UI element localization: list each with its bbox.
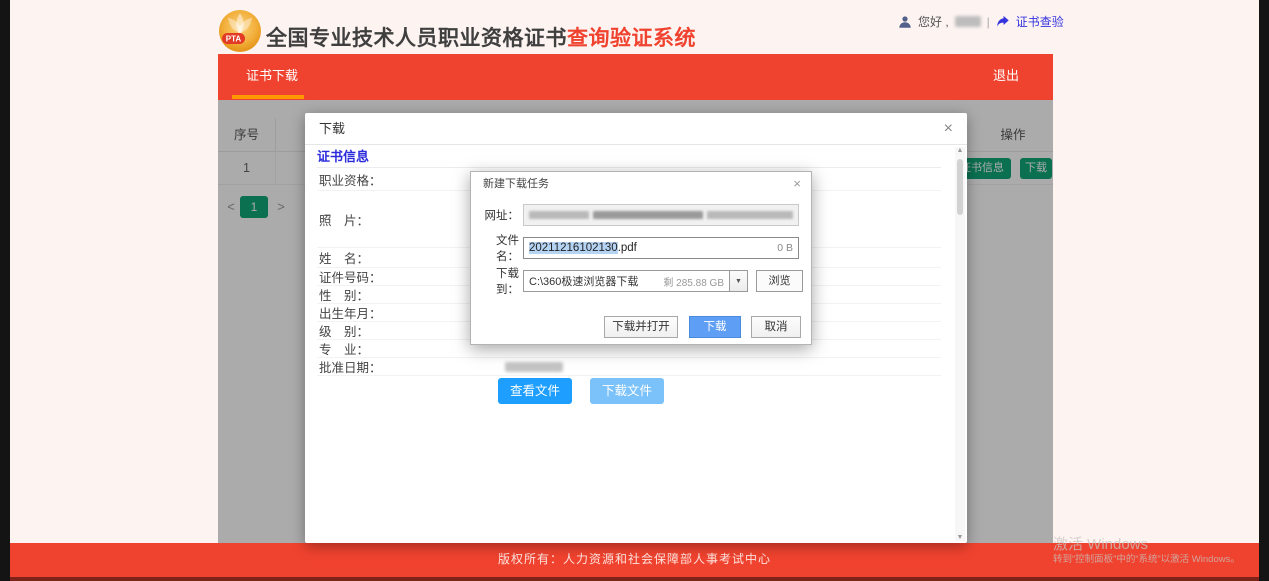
url-row: 网址： (479, 204, 799, 226)
approval-date-redacted (505, 362, 563, 372)
greeting-text: 您好 , (918, 13, 949, 30)
destination-dropdown-button[interactable]: ▼ (729, 270, 748, 292)
filename-selected-text: 20211216102130 (529, 242, 618, 254)
chevron-down-icon: ▼ (735, 278, 742, 285)
cancel-button[interactable]: 取消 (751, 316, 801, 338)
windows-activation-watermark-subtitle: 转到“控制面板”中的“系统”以激活 Windows。 (1053, 551, 1240, 565)
free-space-label: 剩 285.88 GB (663, 274, 724, 289)
modal-header: 下载 × (305, 113, 967, 145)
field-label: 照 片： (317, 210, 487, 229)
url-redacted-blob (707, 211, 793, 219)
filename-row: 文件名： 20211216102130 .pdf 0 B (479, 237, 799, 259)
cert-info-section-title: 证书信息 (317, 145, 941, 168)
download-and-open-button[interactable]: 下载并打开 (604, 316, 678, 338)
footer-bottom-strip (10, 577, 1259, 581)
url-redacted-blob (593, 211, 703, 219)
screen: PTA 全国专业技术人员职业资格证书查询验证系统 您好 , | 证书查验 证书下… (0, 0, 1269, 581)
destination-path: C:\360极速浏览器下载 (529, 273, 638, 289)
separator: | (987, 15, 990, 29)
modal-scrollbar[interactable]: ▲ ▼ (955, 147, 965, 541)
screen-right-edge (1259, 0, 1269, 581)
url-label: 网址： (479, 207, 519, 223)
modal-actions: 查看文件 下载文件 (498, 378, 664, 404)
field-label: 批准日期： (317, 357, 487, 376)
scroll-down-icon[interactable]: ▼ (955, 534, 965, 541)
share-arrow-icon (996, 15, 1010, 28)
download-file-button[interactable]: 下载文件 (590, 378, 664, 404)
pta-logo-icon: PTA (218, 9, 262, 53)
dialog-close-icon[interactable]: × (793, 176, 801, 191)
field-label: 专 业： (317, 339, 487, 358)
active-tab-underline (232, 95, 304, 99)
field-label: 性 别： (317, 285, 487, 304)
screen-left-edge (0, 0, 10, 581)
modal-close-icon[interactable]: × (944, 119, 953, 139)
destination-label: 下载到： (479, 265, 519, 297)
page-title-accent: 查询验证系统 (567, 27, 696, 50)
cert-verify-link[interactable]: 证书查验 (1016, 13, 1064, 30)
url-redacted-blob (529, 211, 589, 219)
username-redacted (955, 16, 981, 27)
new-download-task-dialog: 新建下载任务 × 网址： 文件名： 20211216102130 .pdf 0 … (470, 171, 812, 345)
field-row-approval-date: 批准日期： (317, 358, 941, 376)
modal-title: 下载 (319, 113, 345, 145)
browse-button[interactable]: 浏览 (756, 270, 803, 292)
page-title-main: 全国专业技术人员职业资格证书 (266, 27, 567, 50)
nav-bar: 证书下载 退出 (218, 56, 1053, 100)
page-title: 全国专业技术人员职业资格证书查询验证系统 (266, 22, 696, 52)
field-label: 证件号码： (317, 267, 487, 286)
file-size-label: 0 B (777, 242, 793, 254)
user-icon (898, 15, 912, 29)
field-value (487, 362, 941, 372)
url-field (523, 204, 799, 226)
field-label: 级 别： (317, 321, 487, 340)
dialog-header: 新建下载任务 × (471, 172, 811, 197)
view-file-button[interactable]: 查看文件 (498, 378, 572, 404)
field-label: 姓 名： (317, 248, 487, 267)
filename-extension: .pdf (618, 242, 637, 254)
dialog-actions: 下载并打开 下载 取消 (471, 316, 811, 338)
logout-button[interactable]: 退出 (993, 56, 1019, 96)
field-label: 出生年月： (317, 303, 487, 322)
destination-path-select[interactable]: C:\360极速浏览器下载 剩 285.88 GB (523, 270, 729, 292)
dialog-download-button[interactable]: 下载 (689, 316, 741, 338)
logo-badge-text: PTA (226, 35, 242, 44)
account-bar: 您好 , | 证书查验 (898, 13, 1064, 30)
dialog-title: 新建下载任务 (483, 172, 549, 197)
destination-row: 下载到： C:\360极速浏览器下载 剩 285.88 GB ▼ 浏览 (479, 270, 803, 292)
scroll-up-icon[interactable]: ▲ (955, 147, 965, 154)
scrollbar-thumb[interactable] (957, 159, 963, 215)
filename-label: 文件名： (479, 232, 519, 264)
field-label: 职业资格： (317, 170, 487, 189)
tab-cert-download[interactable]: 证书下载 (246, 56, 298, 96)
filename-input[interactable]: 20211216102130 .pdf 0 B (523, 237, 799, 259)
